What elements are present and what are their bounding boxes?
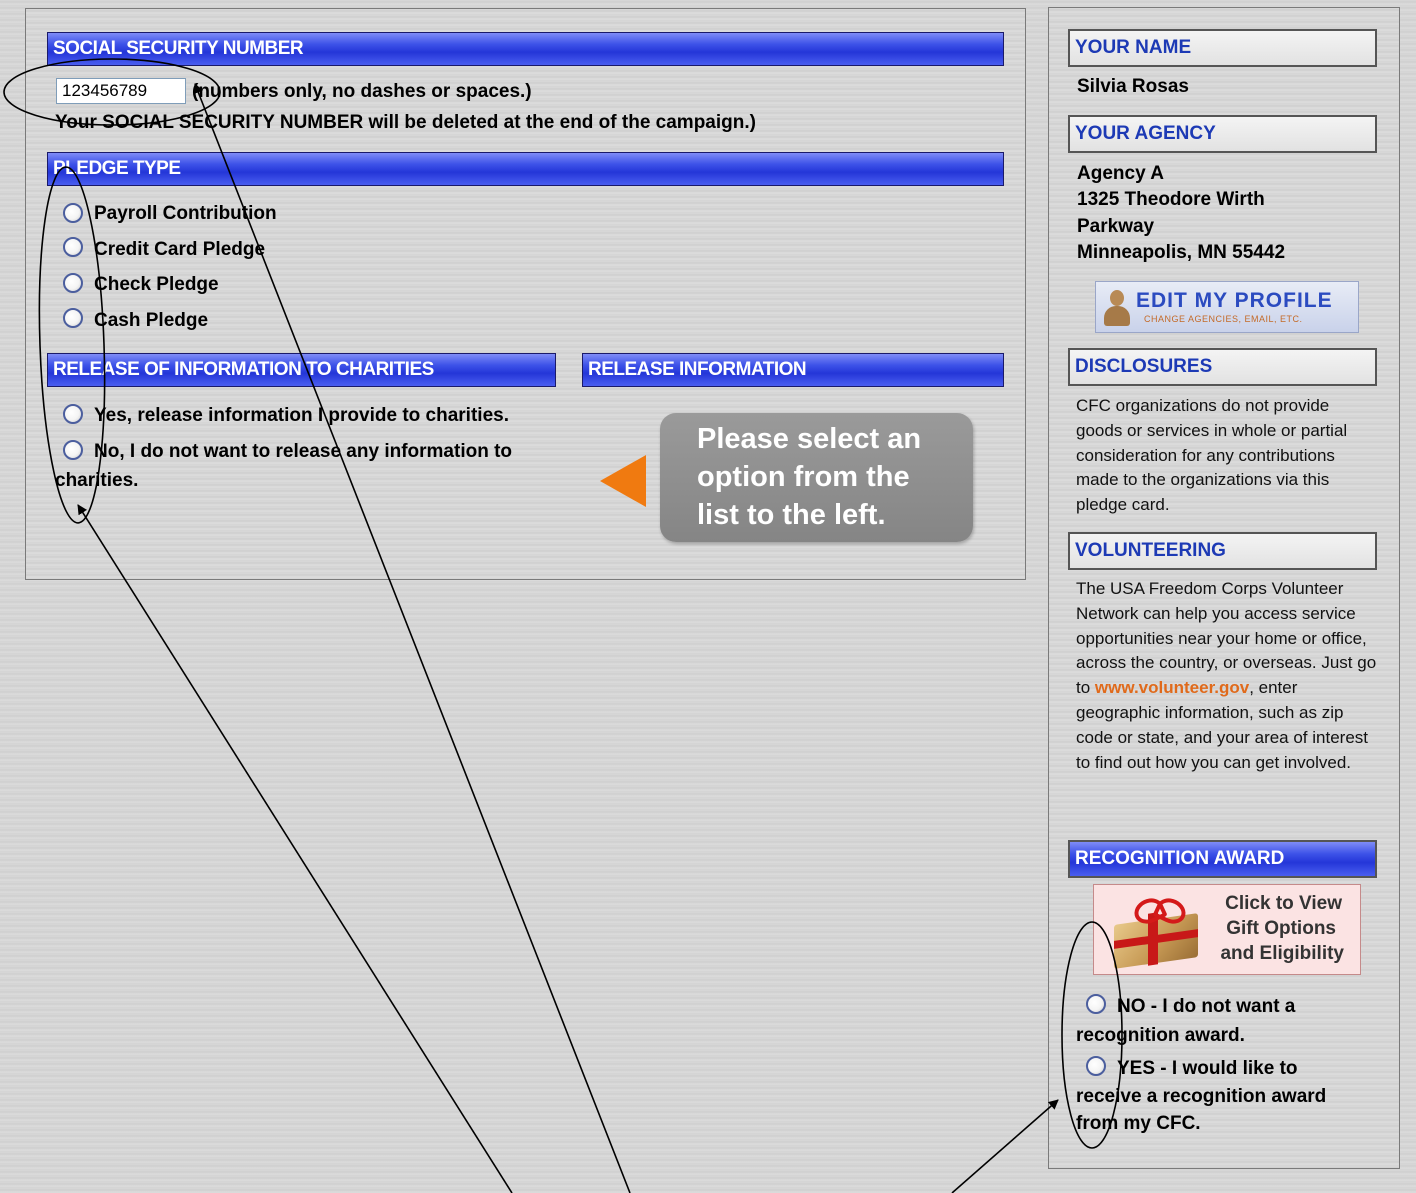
gift-box-icon <box>1104 893 1204 969</box>
gift-options-button[interactable]: Click to View Gift Options and Eligibili… <box>1093 884 1361 975</box>
annotation-arrow-left-radios <box>77 504 513 1193</box>
callout-arrow-icon <box>600 455 646 507</box>
volunteering-header: VOLUNTEERING <box>1068 532 1377 570</box>
edit-profile-subtitle: CHANGE AGENCIES, EMAIL, ETC. <box>1144 314 1303 324</box>
agency-address-1: 1325 Theodore Wirth <box>1077 189 1265 210</box>
gift-line-3: and Eligibility <box>1220 943 1344 964</box>
pledge-cash-label: Cash Pledge <box>94 310 209 331</box>
recognition-no-label: NO - I do not want a <box>1117 996 1296 1017</box>
pledge-credit-card-radio[interactable] <box>63 237 83 257</box>
profile-avatar-icon <box>1102 288 1132 328</box>
your-agency-header: YOUR AGENCY <box>1068 115 1377 153</box>
pledge-check-label: Check Pledge <box>94 274 219 295</box>
edit-profile-button[interactable]: EDIT MY PROFILE CHANGE AGENCIES, EMAIL, … <box>1095 281 1359 333</box>
release-no-radio[interactable] <box>63 440 83 460</box>
gift-line-2: Gift Options <box>1226 918 1336 939</box>
ssn-section-header: SOCIAL SECURITY NUMBER <box>47 32 1004 66</box>
agency-city: Minneapolis, MN 55442 <box>1077 242 1286 263</box>
agency-address-2: Parkway <box>1077 216 1155 237</box>
pledge-type-header: PLEDGE TYPE <box>47 152 1004 186</box>
user-name: Silvia Rosas <box>1077 76 1189 97</box>
callout-line-3: list to the left. <box>697 499 886 531</box>
recognition-no-radio[interactable] <box>1086 994 1106 1014</box>
recognition-yes-label-cont-2: from my CFC. <box>1076 1113 1201 1134</box>
release-yes-radio[interactable] <box>63 404 83 424</box>
recognition-yes-label-cont-1: receive a recognition award <box>1076 1086 1327 1107</box>
recognition-no-label-cont: recognition award. <box>1076 1025 1245 1046</box>
release-no-label-cont: charities. <box>55 470 139 491</box>
pledge-check-radio[interactable] <box>63 273 83 293</box>
ssn-note: Your SOCIAL SECURITY NUMBER will be dele… <box>55 112 756 133</box>
release-yes-label: Yes, release information I provide to ch… <box>94 405 509 426</box>
pledge-payroll-label: Payroll Contribution <box>94 203 277 224</box>
release-information-header: RELEASE INFORMATION <box>582 353 1004 387</box>
your-name-header: YOUR NAME <box>1068 29 1377 67</box>
volunteer-gov-link[interactable]: www.volunteer.gov <box>1095 678 1249 697</box>
ssn-hint: (numbers only, no dashes or spaces.) <box>192 81 532 102</box>
recognition-yes-label: YES - I would like to <box>1117 1058 1298 1079</box>
pledge-payroll-radio[interactable] <box>63 203 83 223</box>
agency-name: Agency A <box>1077 163 1164 184</box>
release-callout: Please select an option from the list to… <box>660 413 973 542</box>
callout-line-1: Please select an <box>697 423 922 455</box>
volunteering-text: The USA Freedom Corps Volunteer Network … <box>1076 577 1381 775</box>
pledge-cash-radio[interactable] <box>63 308 83 328</box>
disclosures-header: DISCLOSURES <box>1068 348 1377 386</box>
ssn-input[interactable] <box>56 78 186 104</box>
release-charities-header: RELEASE OF INFORMATION TO CHARITIES <box>47 353 556 387</box>
recognition-award-header: RECOGNITION AWARD <box>1068 840 1377 878</box>
callout-line-2: option from the <box>697 461 910 493</box>
disclosures-text: CFC organizations do not provide goods o… <box>1076 396 1348 515</box>
gift-line-1: Click to View <box>1225 893 1342 914</box>
recognition-yes-radio[interactable] <box>1086 1056 1106 1076</box>
pledge-credit-card-label: Credit Card Pledge <box>94 239 266 260</box>
release-no-label: No, I do not want to release any informa… <box>94 441 513 462</box>
edit-profile-title: EDIT MY PROFILE <box>1136 289 1333 312</box>
annotation-arrow-recognition <box>951 1099 1059 1193</box>
